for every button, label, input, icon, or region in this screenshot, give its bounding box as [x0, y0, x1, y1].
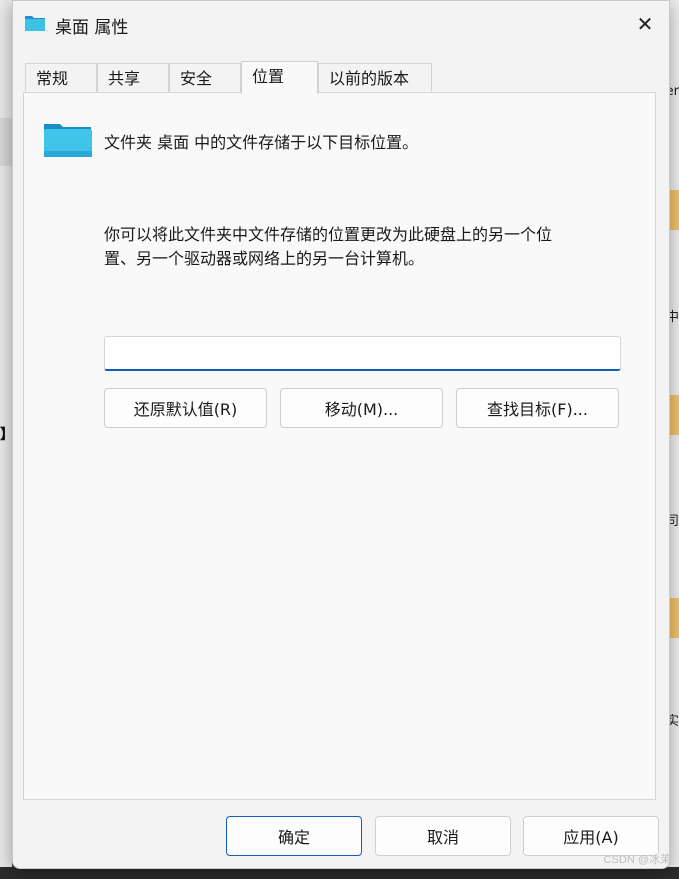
tab-strip: 常规 共享 安全 位置 以前的版本 [25, 61, 657, 94]
tab-general[interactable]: 常规 [25, 63, 97, 92]
tab-label: 位置 [252, 67, 285, 86]
ok-button[interactable]: 确定 [226, 816, 362, 856]
tab-label: 常规 [36, 69, 69, 88]
cancel-button[interactable]: 取消 [375, 816, 511, 856]
tab-security[interactable]: 安全 [169, 63, 241, 92]
tab-previous-versions[interactable]: 以前的版本 [318, 63, 432, 92]
restore-default-button[interactable]: 还原默认值(R) [104, 388, 267, 428]
background-left-window: 】 [0, 0, 14, 879]
properties-dialog: 桌面 属性 ✕ 常规 共享 安全 位置 以前的版本 文件夹 桌面 中的文件存储于… [12, 0, 670, 869]
close-button[interactable]: ✕ [621, 1, 669, 47]
tab-label: 共享 [108, 69, 141, 88]
folder-icon [25, 16, 45, 31]
folder-icon [44, 124, 92, 157]
title-bar[interactable]: 桌面 属性 ✕ [13, 1, 669, 49]
location-path-input[interactable] [104, 336, 621, 371]
tab-label: 安全 [180, 69, 213, 88]
tab-location[interactable]: 位置 [241, 61, 318, 94]
window-title: 桌面 属性 [55, 18, 129, 38]
watermark: CSDN @冰茉 [603, 854, 671, 866]
background-strip [0, 118, 12, 166]
location-intro-text: 文件夹 桌面 中的文件存储于以下目标位置。 [104, 133, 419, 152]
move-button[interactable]: 移动(M)... [280, 388, 443, 428]
find-target-button[interactable]: 查找目标(F)... [456, 388, 619, 428]
apply-button[interactable]: 应用(A) [523, 816, 659, 856]
tab-sharing[interactable]: 共享 [97, 63, 169, 92]
close-icon: ✕ [636, 12, 654, 36]
tab-label: 以前的版本 [329, 69, 410, 88]
description-line: 你可以将此文件夹中文件存储的位置更改为此硬盘上的另一个位 [104, 225, 553, 244]
location-description: 你可以将此文件夹中文件存储的位置更改为此硬盘上的另一个位 置、另一个驱动器或网络… [104, 223, 624, 271]
location-panel: 文件夹 桌面 中的文件存储于以下目标位置。 你可以将此文件夹中文件存储的位置更改… [23, 92, 656, 800]
description-line: 置、另一个驱动器或网络上的另一台计算机。 [104, 249, 425, 268]
